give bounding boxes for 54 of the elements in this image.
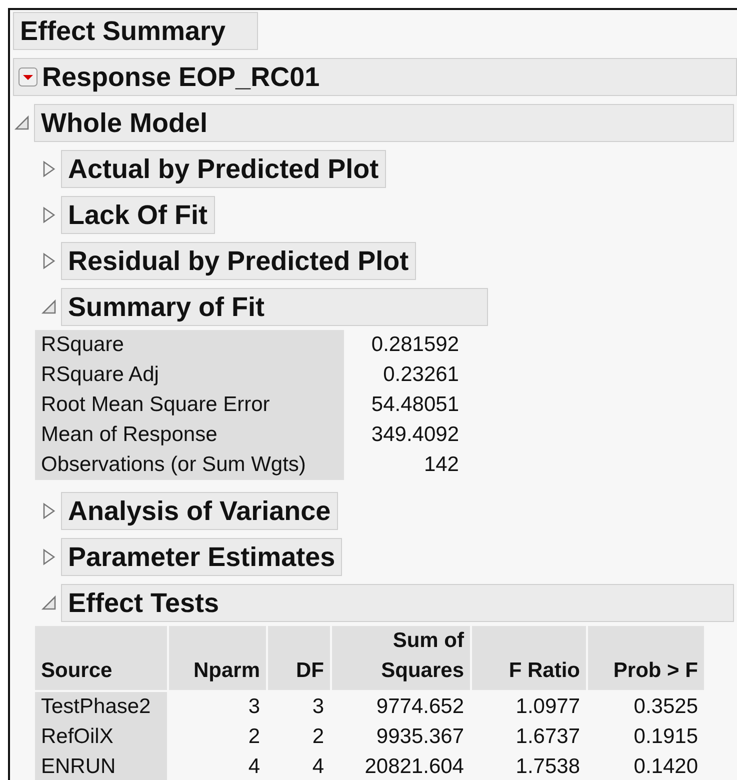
table-cell-text: 2 (247, 724, 261, 750)
report-title: Effect Summary (13, 12, 258, 50)
column-header: F Ratio (472, 626, 586, 690)
section-header[interactable]: Parameter Estimates (61, 538, 342, 576)
collapsed-triangle-icon[interactable] (41, 502, 57, 520)
response-title: Response EOP_RC01 (42, 62, 320, 92)
row-label: Mean of Response (35, 420, 344, 450)
column-header: DF (268, 626, 330, 690)
expanded-triangle-icon[interactable] (14, 114, 30, 132)
table-cell-text: 9774.652 (375, 694, 465, 720)
section-header[interactable]: Whole Model (34, 104, 734, 142)
section-header[interactable]: Lack Of Fit (61, 196, 215, 234)
table-cell-text: 2 (311, 724, 325, 750)
collapsed-triangle-icon[interactable] (41, 252, 57, 270)
row-value: 54.48051 (370, 392, 459, 418)
column-header: Nparm (169, 626, 266, 690)
row-label: RSquare (35, 330, 344, 360)
section-header[interactable]: Analysis of Variance (61, 492, 338, 530)
column-header: Source (35, 626, 167, 690)
column-header: Sum of Squares (332, 626, 470, 690)
table-cell-text: 3 (311, 694, 325, 720)
table-cell-text: 3 (247, 694, 261, 720)
table-cell: TestPhase2 (35, 692, 167, 722)
section-header[interactable]: Actual by Predicted Plot (61, 150, 386, 188)
response-header[interactable]: Response EOP_RC01 (13, 58, 737, 96)
table-cell-text: 1.0977 (514, 694, 581, 720)
table-cell-text: 0.3525 (632, 694, 699, 720)
table-cell: RefOilX (35, 722, 167, 752)
section-header[interactable]: Effect Tests (61, 584, 734, 622)
row-value: 349.4092 (370, 422, 459, 448)
column-header: Prob > F (588, 626, 704, 690)
dropdown-icon[interactable] (18, 67, 38, 87)
table-cell-text: 0.1915 (632, 724, 699, 750)
row-value: 0.281592 (370, 332, 459, 358)
collapsed-triangle-icon[interactable] (41, 206, 57, 224)
collapsed-triangle-icon[interactable] (41, 548, 57, 566)
row-value: 0.23261 (382, 362, 459, 388)
row-label: Root Mean Square Error (35, 390, 344, 420)
row-label: Observations (or Sum Wgts) (35, 450, 344, 480)
table-cell-text: 4 (311, 754, 325, 780)
collapsed-triangle-icon[interactable] (41, 160, 57, 178)
table-cell-text: 1.6737 (514, 724, 581, 750)
table-cell-text: 0.1420 (632, 754, 699, 780)
table-cell-text: 9935.367 (375, 724, 465, 750)
expanded-triangle-icon[interactable] (41, 594, 57, 612)
expanded-triangle-icon[interactable] (41, 298, 57, 316)
table-cell-text: 4 (247, 754, 261, 780)
table-cell-text: 1.7538 (514, 754, 581, 780)
table-cell-text: 20821.604 (364, 754, 465, 780)
section-header[interactable]: Summary of Fit (61, 288, 488, 326)
row-label: RSquare Adj (35, 360, 344, 390)
row-value: 142 (422, 452, 459, 478)
section-header[interactable]: Residual by Predicted Plot (61, 242, 416, 280)
table-cell: ENRUN (35, 752, 167, 780)
